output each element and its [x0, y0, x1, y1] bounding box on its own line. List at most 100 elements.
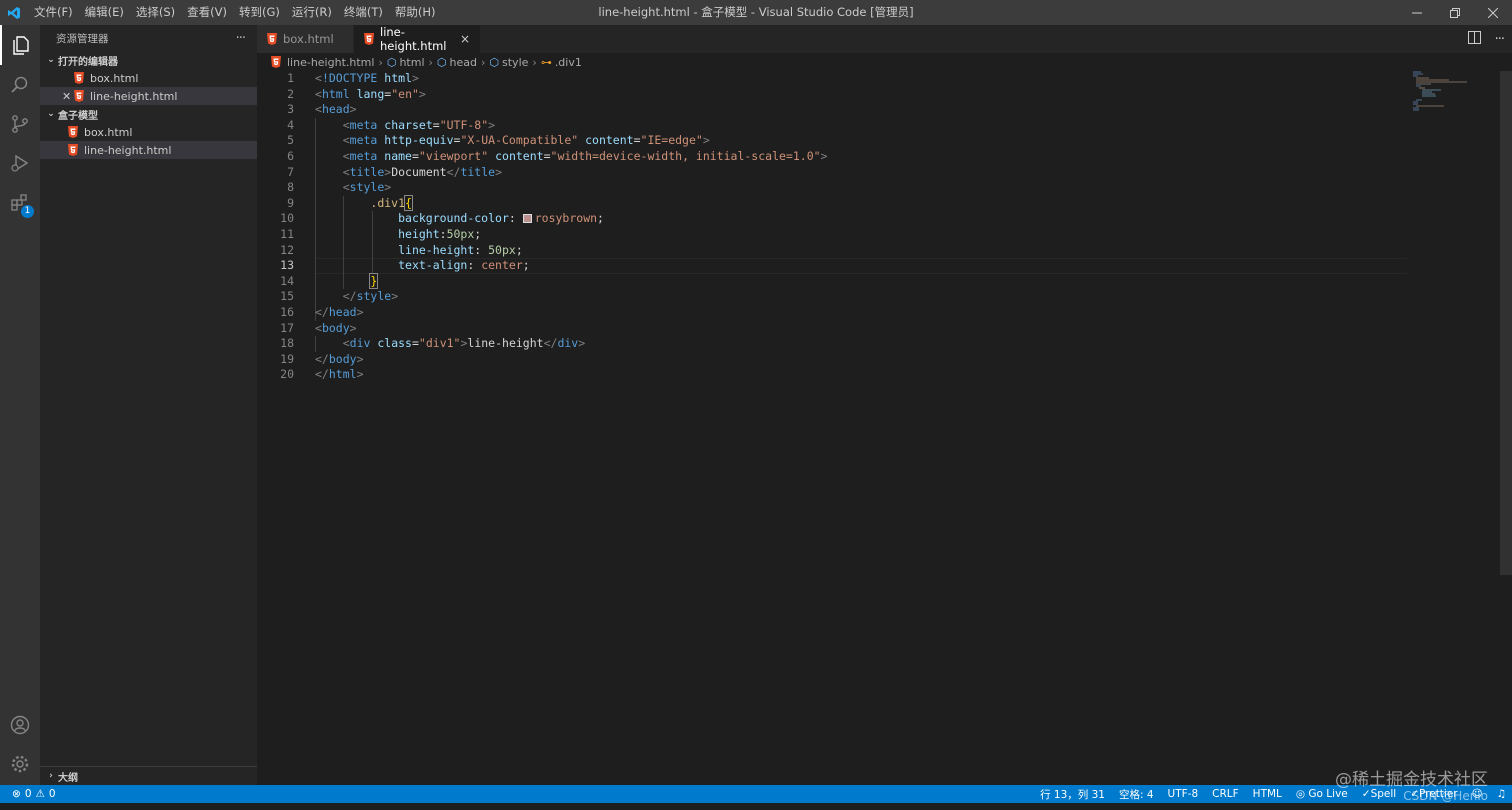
watermark-secondary: CSDN @Henio: [1403, 789, 1488, 803]
open-editor-label: line-height.html: [90, 89, 178, 103]
line-number: 6: [287, 149, 294, 163]
breadcrumb: line-height.html › ⬡ html › ⬡ head › ⬡ styl…: [257, 53, 1512, 71]
indentation[interactable]: 空格: 4: [1119, 787, 1154, 802]
tab-label: line-height.html: [380, 25, 447, 53]
code-line: }: [369, 272, 379, 289]
code-line: </html>: [315, 367, 364, 382]
extensions-badge: 1: [21, 205, 34, 218]
line-number: 15: [280, 289, 294, 304]
line-number: 3: [287, 102, 294, 117]
breadcrumb-head[interactable]: ⬡ head: [437, 56, 477, 69]
search-icon[interactable]: [0, 65, 40, 105]
chevron-right-icon: ›: [532, 55, 537, 69]
account-icon[interactable]: [0, 705, 40, 745]
split-editor-icon[interactable]: [1467, 30, 1481, 48]
code-line: <body>: [315, 320, 357, 335]
warning-count: 0: [48, 788, 56, 800]
line-number: 11: [280, 227, 294, 241]
outline-section[interactable]: › 大纲: [40, 766, 257, 785]
chevron-right-icon: ›: [378, 55, 383, 69]
menu-edit[interactable]: 编辑(E): [79, 0, 130, 25]
line-number: 17: [280, 320, 294, 335]
extensions-icon[interactable]: 1: [0, 183, 40, 223]
code-line: text-align: center;: [398, 258, 530, 273]
chevron-right-icon: ›: [428, 55, 433, 69]
minimize-button[interactable]: [1398, 0, 1436, 25]
code-editor[interactable]: 1 2 3 4 5 6 7 8 9 10 11 12 13 14 15 16 17 18 19 20 <!DOCTYP…: [257, 71, 1512, 785]
close-icon[interactable]: ✕: [62, 90, 74, 103]
editor-tabs: box.html line-height.html × ···: [257, 25, 1512, 53]
open-editors-section[interactable]: ⌄ 打开的编辑器: [40, 51, 257, 69]
explorer-header: 资源管理器 ···: [40, 25, 257, 51]
open-editor-line-height[interactable]: ✕ line-height.html: [40, 87, 257, 105]
error-icon: ⊗: [12, 788, 21, 800]
cube-icon: ⬡: [436, 55, 447, 69]
color-swatch[interactable]: [522, 214, 532, 224]
minimap[interactable]: [1409, 71, 1499, 111]
folder-title: 盒子模型: [58, 110, 98, 122]
folder-section[interactable]: ⌄ 盒子模型: [40, 105, 257, 123]
menu-terminal[interactable]: 终端(T): [338, 0, 389, 25]
breadcrumb-style[interactable]: ⬡ style: [489, 56, 528, 69]
breadcrumb-selector[interactable]: ⊶ .div1: [541, 56, 582, 69]
code-line: line-height: 50px;: [398, 242, 523, 257]
cube-icon: ⬡: [489, 55, 500, 69]
source-control-icon[interactable]: [0, 104, 40, 144]
line-number: 18: [280, 336, 294, 351]
file-box[interactable]: box.html: [40, 123, 257, 141]
menu-file[interactable]: 文件(F): [28, 0, 79, 25]
line-ending[interactable]: CRLF: [1212, 788, 1239, 800]
editor-actions: ···: [1467, 25, 1505, 53]
chevron-down-icon: ⌄: [47, 55, 55, 65]
explorer-icon[interactable]: [0, 25, 40, 65]
language-mode[interactable]: HTML: [1253, 788, 1282, 800]
outline-title: 大纲: [58, 772, 78, 784]
more-actions-button[interactable]: ···: [236, 31, 246, 46]
vertical-scrollbar[interactable]: [1500, 71, 1512, 575]
problems-indicator[interactable]: ⊗ 0 ⚠ 0: [0, 788, 56, 800]
line-number: 4: [287, 117, 294, 132]
explorer-sidebar: 资源管理器 ··· ⌄ 打开的编辑器 box.html ✕ line-heigh…: [40, 25, 257, 785]
cursor-position[interactable]: 行 13，列 31: [1040, 787, 1105, 802]
tab-line-height[interactable]: line-height.html ×: [354, 25, 481, 53]
cube-icon: ⬡: [386, 55, 397, 69]
line-number: 2: [287, 86, 294, 101]
line-number: 14: [280, 273, 294, 288]
tab-box[interactable]: box.html: [257, 25, 354, 53]
breadcrumb-html[interactable]: ⬡ html: [387, 56, 425, 69]
html5-icon: [271, 56, 281, 68]
menu-run[interactable]: 运行(R): [286, 0, 338, 25]
more-icon[interactable]: ···: [1495, 32, 1505, 47]
line-number: 1: [287, 71, 294, 85]
menu-view[interactable]: 查看(V): [181, 0, 233, 25]
menu-go[interactable]: 转到(G): [233, 0, 286, 25]
close-window-button[interactable]: [1474, 0, 1512, 25]
code-line: .div1{: [370, 194, 413, 211]
bell-icon[interactable]: ♫: [1497, 788, 1506, 800]
restore-button[interactable]: [1436, 0, 1474, 25]
selector-icon: ⊶: [540, 55, 552, 69]
code-line: </body>: [315, 351, 364, 366]
code-line: <html lang="en">: [315, 86, 426, 101]
broadcast-icon: ◎: [1295, 788, 1306, 800]
explorer-title: 资源管理器: [56, 32, 109, 45]
file-label: line-height.html: [84, 143, 172, 157]
tab-close-button[interactable]: ×: [460, 32, 470, 46]
breadcrumb-head-label: head: [449, 55, 477, 69]
breadcrumb-html-label: html: [399, 55, 425, 69]
line-number: 13: [280, 258, 294, 273]
menu-selection[interactable]: 选择(S): [130, 0, 181, 25]
breadcrumb-file[interactable]: line-height.html: [271, 56, 374, 69]
breadcrumb-style-label: style: [502, 55, 529, 69]
menu-help[interactable]: 帮助(H): [389, 0, 442, 25]
gear-icon[interactable]: [0, 744, 40, 784]
open-editor-label: box.html: [90, 71, 139, 85]
html5-icon: [74, 90, 84, 102]
run-debug-icon[interactable]: [0, 143, 40, 183]
file-line-height[interactable]: line-height.html: [40, 141, 257, 159]
open-editor-box[interactable]: box.html: [40, 69, 257, 87]
encoding[interactable]: UTF-8: [1168, 788, 1199, 800]
status-bar: ⊗ 0 ⚠ 0 行 13，列 31 空格: 4 UTF-8 CRLF HTML …: [0, 785, 1512, 803]
error-count: 0: [24, 788, 32, 800]
file-label: box.html: [84, 125, 133, 139]
